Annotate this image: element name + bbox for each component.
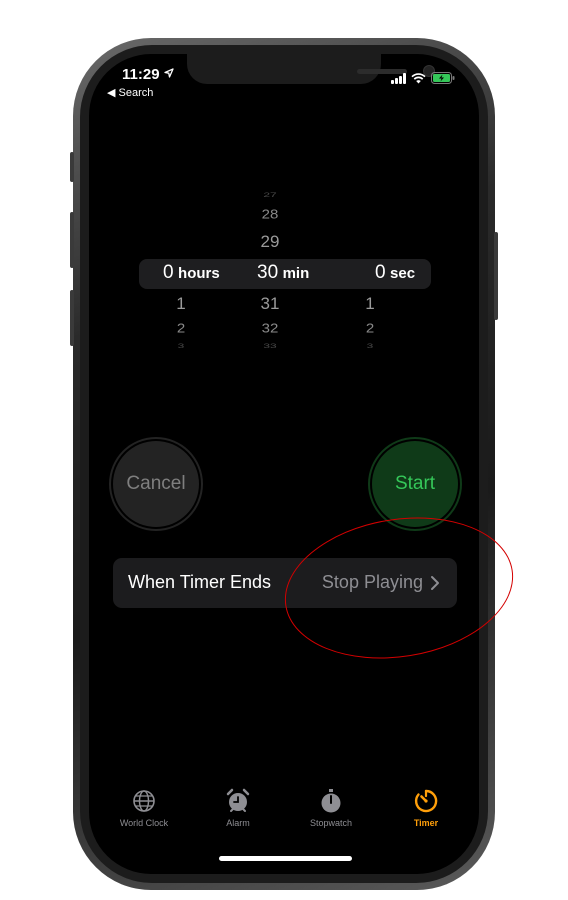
picker-hours-below-3[interactable]: 3 [161,342,201,350]
picker-minutes-selected[interactable]: 30 min [257,262,327,284]
picker-hours-selected[interactable]: 0 hours [163,262,233,284]
picker-minutes-below-3[interactable]: 33 [250,342,290,350]
hours-unit-label: hours [178,265,220,282]
picker-minutes-above-1[interactable]: 27 [250,191,290,199]
timer-icon [381,787,471,815]
tab-alarm[interactable]: Alarm [193,787,283,828]
stopwatch-icon [286,787,376,815]
picker-seconds-below-1[interactable]: 1 [350,294,390,314]
volume-up-button [70,212,74,268]
hours-value: 0 [163,262,174,283]
picker-minutes-above-3[interactable]: 29 [250,232,290,252]
minutes-value: 30 [257,262,279,283]
status-time: 11:29 [122,66,174,83]
picker-hours-below-1[interactable]: 1 [161,294,201,314]
back-link-label: Search [118,87,154,99]
picker-seconds-selected[interactable]: 0 sec [375,262,435,284]
volume-down-button [70,290,74,346]
tab-timer-label: Timer [413,818,439,828]
tab-stopwatch[interactable]: Stopwatch [286,787,376,828]
alarm-clock-icon [193,787,283,815]
back-triangle-icon: ◀ [107,87,116,99]
picker-minutes-above-2[interactable]: 28 [250,207,290,221]
minutes-unit-label: min [282,265,310,282]
picker-minutes-below-1[interactable]: 31 [250,294,290,314]
cellular-signal-icon [391,72,406,84]
power-button [494,232,498,320]
cancel-button-label: Cancel [126,473,186,494]
when-timer-ends-label: When Timer Ends [128,572,272,592]
picker-seconds-below-3[interactable]: 3 [350,342,390,350]
start-button-label: Start [394,473,436,494]
cancel-button[interactable]: Cancel [113,441,199,527]
seconds-unit-label: sec [390,265,416,282]
seconds-value: 0 [375,262,386,283]
picker-minutes-below-2[interactable]: 32 [250,321,290,335]
wifi-icon [411,72,426,84]
tab-stopwatch-label: Stopwatch [309,818,353,828]
notch [187,54,435,84]
globe-icon [99,787,189,815]
picker-seconds-below-2[interactable]: 2 [350,321,390,335]
mute-switch [70,152,74,182]
status-indicators [391,72,455,84]
phone-screen: 11:29 ◀ Search 27 28 29 0 hours 30 min 0… [89,54,479,874]
tab-world-clock-label: World Clock [119,818,169,828]
home-indicator[interactable] [219,856,352,861]
start-button[interactable]: Start [372,441,458,527]
status-time-text: 11:29 [122,66,160,83]
back-to-search-link[interactable]: ◀ Search [107,86,153,99]
battery-charging-icon [431,72,455,84]
tab-bar: World Clock Alarm Stopwatch Timer [89,787,479,837]
tab-timer[interactable]: Timer [381,787,471,828]
location-arrow-icon [164,68,174,78]
picker-hours-below-2[interactable]: 2 [161,321,201,335]
tab-world-clock[interactable]: World Clock [99,787,189,828]
tab-alarm-label: Alarm [226,818,250,828]
timer-duration-picker[interactable]: 27 28 29 0 hours 30 min 0 sec 1 2 3 31 3… [139,184,431,364]
